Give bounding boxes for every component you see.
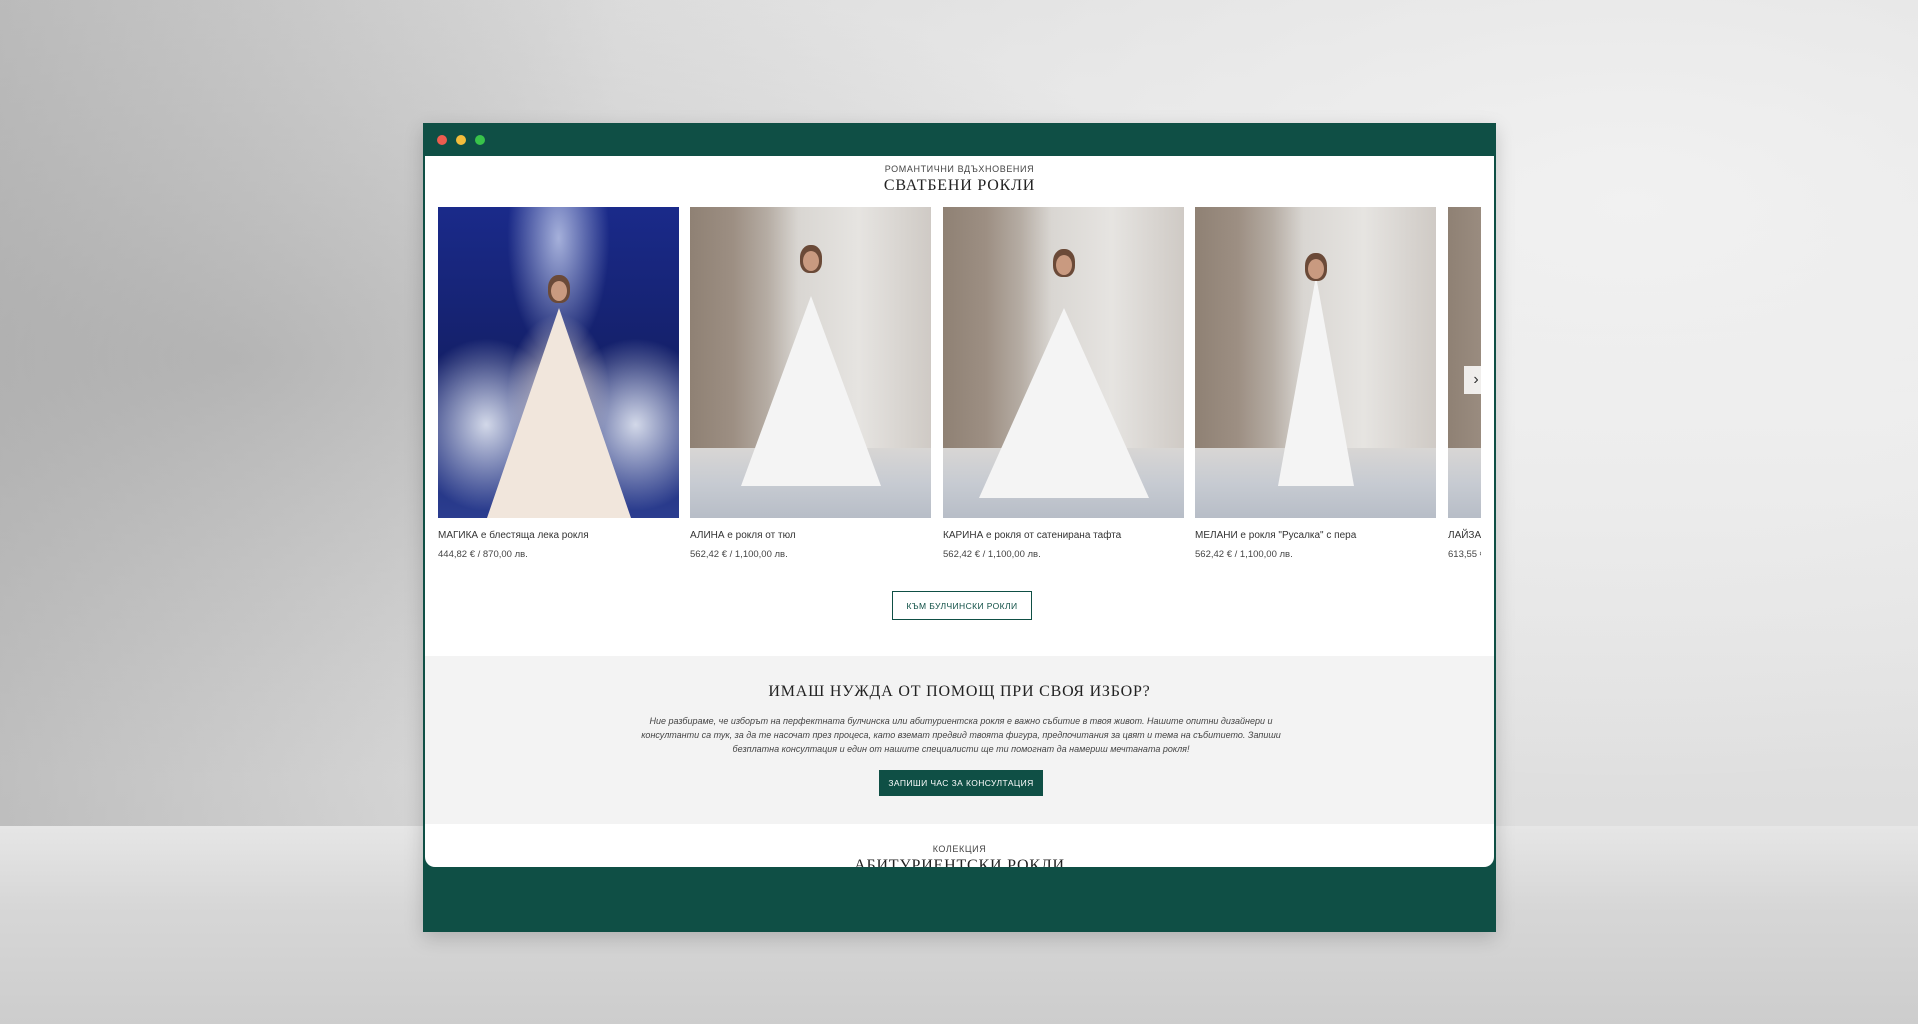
product-price: 444,82 € / 870,00 лв. xyxy=(438,549,528,560)
product-price: 613,55 € xyxy=(1448,549,1481,560)
product-price: 562,42 € / 1,100,00 лв. xyxy=(690,549,788,560)
product-price: 562,42 € / 1,100,00 лв. xyxy=(943,549,1041,560)
maximize-dot[interactable] xyxy=(475,135,485,145)
chevron-right-icon: › xyxy=(1473,371,1479,388)
help-section: ИМАШ НУЖДА ОТ ПОМОЩ ПРИ СВОЯ ИЗБОР? Ние … xyxy=(425,656,1494,824)
product-image[interactable] xyxy=(690,207,931,518)
section-title: СВАТБЕНИ РОКЛИ xyxy=(883,177,1036,194)
product-image[interactable] xyxy=(943,207,1184,518)
product-card[interactable]: АЛИНА е рокля от тюл 562,42 € / 1,100,00… xyxy=(690,207,931,560)
close-dot[interactable] xyxy=(437,135,447,145)
browser-mockup: РОМАНТИЧНИ ВДЪХНОВЕНИЯ СВАТБЕНИ РОКЛИ МА… xyxy=(423,123,1496,932)
product-name[interactable]: ЛАЙЗА е xyxy=(1448,530,1481,541)
help-text: Ние разбираме, че изборът на перфектната… xyxy=(641,716,1281,754)
product-carousel: МАГИКА е блестяща лека рокля 444,82 € / … xyxy=(438,207,1481,567)
section-kicker: РОМАНТИЧНИ ВДЪХНОВЕНИЯ xyxy=(884,164,1035,174)
product-image[interactable] xyxy=(438,207,679,518)
product-name[interactable]: КАРИНА е рокля от сатенирана тафта xyxy=(943,530,1184,541)
page-viewport: РОМАНТИЧНИ ВДЪХНОВЕНИЯ СВАТБЕНИ РОКЛИ МА… xyxy=(425,156,1494,867)
product-name[interactable]: МАГИКА е блестяща лека рокля xyxy=(438,530,679,541)
product-image[interactable] xyxy=(1448,207,1481,518)
collection-kicker: КОЛЕКЦИЯ xyxy=(932,844,987,854)
help-title: ИМАШ НУЖДА ОТ ПОМОЩ ПРИ СВОЯ ИЗБОР? xyxy=(768,683,1151,700)
product-card[interactable]: МЕЛАНИ е рокля "Русалка" с пера 562,42 €… xyxy=(1195,207,1436,560)
window-controls xyxy=(437,135,485,145)
product-price: 562,42 € / 1,100,00 лв. xyxy=(1195,549,1293,560)
product-image[interactable] xyxy=(1195,207,1436,518)
product-name[interactable]: МЕЛАНИ е рокля "Русалка" с пера xyxy=(1195,530,1436,541)
product-card[interactable]: КАРИНА е рокля от сатенирана тафта 562,4… xyxy=(943,207,1184,560)
to-wedding-dresses-button[interactable]: КЪМ БУЛЧИНСКИ РОКЛИ xyxy=(892,591,1032,620)
product-card[interactable]: МАГИКА е блестяща лека рокля 444,82 € / … xyxy=(438,207,679,560)
product-name[interactable]: АЛИНА е рокля от тюл xyxy=(690,530,931,541)
minimize-dot[interactable] xyxy=(456,135,466,145)
carousel-next-button[interactable]: › xyxy=(1464,366,1488,394)
book-consultation-button[interactable]: ЗАПИШИ ЧАС ЗА КОНСУЛТАЦИЯ xyxy=(879,770,1043,796)
collection-title: АБИТУРИЕНТСКИ РОКЛИ xyxy=(854,857,1065,867)
